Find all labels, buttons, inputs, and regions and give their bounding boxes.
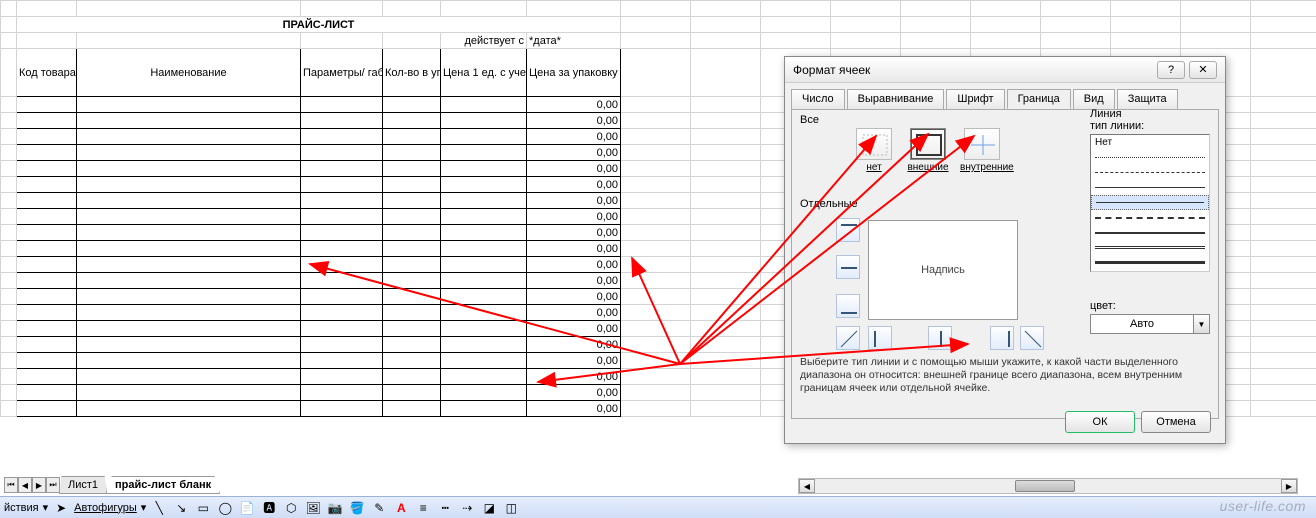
textbox-icon[interactable]: 📄 <box>238 499 256 517</box>
sheet-tabs: ⏮ ◀ ▶ ⏭ Лист1 прайс-лист бланк <box>4 476 220 494</box>
preset-none[interactable]: нет <box>852 128 896 173</box>
edge-top[interactable] <box>836 218 860 242</box>
tab-next[interactable]: ▶ <box>32 477 46 493</box>
close-button[interactable]: ✕ <box>1189 61 1217 79</box>
color-label: цвет: <box>1090 300 1210 312</box>
wordart-icon[interactable]: 🅰 <box>260 499 278 517</box>
threed-icon[interactable]: ◫ <box>502 499 520 517</box>
preset-outer[interactable]: внешние <box>906 128 950 173</box>
edge-bottom[interactable] <box>836 294 860 318</box>
picture-icon[interactable]: 📷 <box>326 499 344 517</box>
line-icon[interactable]: ╲ <box>150 499 168 517</box>
chevron-down-icon: ▼ <box>1193 315 1209 333</box>
h-scrollbar[interactable]: ◀ ▶ <box>798 478 1298 494</box>
preset-inner[interactable]: внутренние <box>960 128 1004 173</box>
font-color-icon[interactable]: A <box>392 499 410 517</box>
border-pane: Все нет внешние внутренние Отдельные <box>791 109 1219 419</box>
group-line-label: Линия <box>1090 108 1122 120</box>
dialog-tabs: Число Выравнивание Шрифт Граница Вид Защ… <box>785 83 1225 109</box>
pointer-icon[interactable]: ➤ <box>52 499 70 517</box>
tab-protect[interactable]: Защита <box>1117 89 1178 109</box>
line-weight-icon[interactable]: ≡ <box>414 499 432 517</box>
edge-hmid[interactable] <box>836 255 860 279</box>
col-code: Код товара <box>17 49 77 97</box>
edge-diag1[interactable] <box>836 326 860 350</box>
edge-diag2[interactable] <box>1020 326 1044 350</box>
edge-left[interactable] <box>868 326 892 350</box>
color-dropdown[interactable]: Авто ▼ <box>1090 314 1210 334</box>
sheet-tab-1[interactable]: Лист1 <box>59 476 107 494</box>
tab-prev[interactable]: ◀ <box>18 477 32 493</box>
scroll-right[interactable]: ▶ <box>1281 479 1297 493</box>
line-color-icon[interactable]: ✎ <box>370 499 388 517</box>
col-qty: Кол-во в уп. <box>383 49 441 97</box>
actions-label[interactable]: йствия <box>4 502 39 514</box>
drawing-toolbar: йствия▾ ➤ Автофигуры▾ ╲ ↘ ▭ ◯ 📄 🅰 ⬡ 🖼 📷 … <box>0 496 1316 518</box>
col-name: Наименование <box>77 49 301 97</box>
page-title: ПРАЙС-ЛИСТ <box>17 17 621 33</box>
line-type-label: тип линии: <box>1090 120 1210 132</box>
col-pack-price: Цена за упаковку с учетом НДС <box>527 49 621 97</box>
line-style-list[interactable]: Нет <box>1090 134 1210 272</box>
cancel-button[interactable]: Отмена <box>1141 411 1211 433</box>
diagram-icon[interactable]: ⬡ <box>282 499 300 517</box>
dialog-titlebar[interactable]: Формат ячеек ? ✕ <box>785 57 1225 83</box>
format-cells-dialog: Формат ячеек ? ✕ Число Выравнивание Шриф… <box>784 56 1226 444</box>
sheet-tab-2[interactable]: прайс-лист бланк <box>106 476 220 494</box>
group-all-label: Все <box>800 114 819 126</box>
tab-last[interactable]: ⏭ <box>46 477 60 493</box>
scroll-thumb[interactable] <box>1015 480 1075 492</box>
help-button[interactable]: ? <box>1157 61 1185 79</box>
col-params: Параметры/ габариты <box>301 49 383 97</box>
hint-text: Выберите тип линии и с помощью мыши укаж… <box>800 356 1210 395</box>
tab-fill[interactable]: Вид <box>1073 89 1115 109</box>
oval-icon[interactable]: ◯ <box>216 499 234 517</box>
tab-first[interactable]: ⏮ <box>4 477 18 493</box>
tab-number[interactable]: Число <box>791 89 845 109</box>
arrow-icon[interactable]: ↘ <box>172 499 190 517</box>
effective-value[interactable]: *дата* <box>527 33 621 49</box>
ok-button[interactable]: ОК <box>1065 411 1135 433</box>
dash-style-icon[interactable]: ┅ <box>436 499 454 517</box>
fill-color-icon[interactable]: 🪣 <box>348 499 366 517</box>
clipart-icon[interactable]: 🖼 <box>304 499 322 517</box>
tab-align[interactable]: Выравнивание <box>847 89 945 109</box>
shadow-icon[interactable]: ◪ <box>480 499 498 517</box>
edge-right[interactable] <box>990 326 1014 350</box>
edge-vmid[interactable] <box>928 326 952 350</box>
border-preview[interactable]: Надпись <box>868 220 1018 320</box>
group-separate-label: Отдельные <box>800 198 858 210</box>
autoshapes-button[interactable]: Автофигуры <box>74 502 137 514</box>
tab-border[interactable]: Граница <box>1007 89 1071 109</box>
scroll-left[interactable]: ◀ <box>799 479 815 493</box>
effective-label: действует с <box>441 33 527 49</box>
dialog-title: Формат ячеек <box>793 63 870 77</box>
arrow-style-icon[interactable]: ⇢ <box>458 499 476 517</box>
rect-icon[interactable]: ▭ <box>194 499 212 517</box>
tab-font[interactable]: Шрифт <box>946 89 1004 109</box>
col-price: Цена 1 ед. с учетом НДС <box>441 49 527 97</box>
